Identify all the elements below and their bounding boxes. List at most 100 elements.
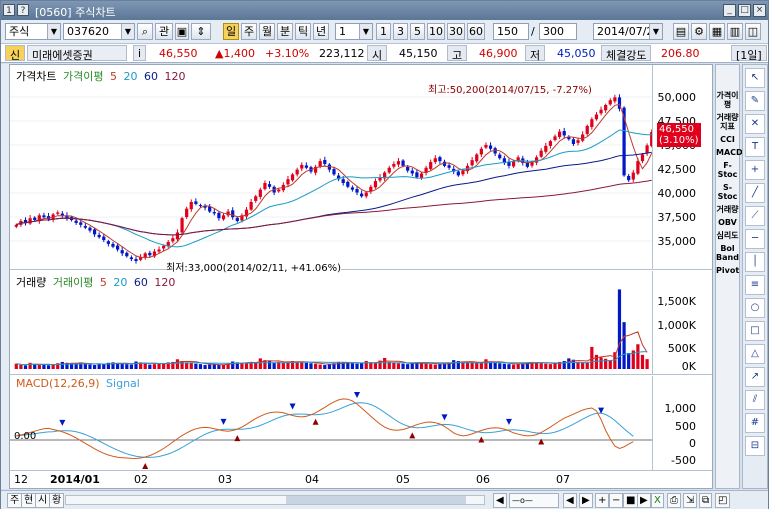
rectangle-icon[interactable]: □ xyxy=(745,321,765,341)
indicator-sstoc[interactable]: S-Stoc xyxy=(716,183,739,201)
vline-icon[interactable]: │ xyxy=(745,252,765,272)
volume-bar xyxy=(208,364,212,369)
period-month[interactable]: 월 xyxy=(259,23,275,40)
chevron-down-icon[interactable]: ▼ xyxy=(359,24,372,39)
volume-panel[interactable]: 거래량 거래이평 5 20 60 120 1,500K 1,000K 500K … xyxy=(10,271,712,375)
indicator-pivot[interactable]: Pivot xyxy=(716,266,739,275)
count-input[interactable]: 150 xyxy=(493,23,529,40)
macd-chart-svg[interactable] xyxy=(10,376,712,470)
volume-bar xyxy=(295,361,299,369)
relation-button[interactable]: 관 xyxy=(155,23,173,40)
layout-icon[interactable]: ▥ xyxy=(727,23,743,40)
bottom-tab-4[interactable]: 황 xyxy=(49,493,65,508)
volume-bar xyxy=(567,358,571,369)
zoom-slider[interactable]: —o— xyxy=(509,493,559,508)
scroll-left-icon[interactable]: ◀ xyxy=(493,493,507,508)
date-select[interactable]: 2014/07/28 ▼ xyxy=(593,23,663,40)
interval-1[interactable]: 1 xyxy=(376,23,391,40)
count-max-input[interactable]: 300 xyxy=(539,23,577,40)
x-tick: 05 xyxy=(396,473,410,486)
trash-icon[interactable]: ✕ xyxy=(745,114,765,134)
line-icon[interactable]: ╱ xyxy=(745,183,765,203)
minimize-button[interactable]: _ xyxy=(723,4,736,17)
arrow-icon[interactable]: ↗ xyxy=(745,367,765,387)
price-chart-svg[interactable] xyxy=(10,65,712,270)
prev-icon[interactable]: ◀ xyxy=(563,493,577,508)
print-icon[interactable]: ⎙ xyxy=(667,493,681,508)
market-select[interactable]: 주식 ▼ xyxy=(5,23,61,40)
indicator-cci[interactable]: CCI xyxy=(716,135,739,144)
interval-3[interactable]: 3 xyxy=(393,23,408,40)
help-icon[interactable]: ? xyxy=(17,4,29,16)
bottom-tab-2[interactable]: 현 xyxy=(21,493,37,508)
text-tool-icon[interactable]: T xyxy=(745,137,765,157)
stock-code-input[interactable]: 037620 ▼ xyxy=(63,23,135,40)
price-ma60-line xyxy=(16,151,652,236)
interval-30[interactable]: 30 xyxy=(447,23,465,40)
ruler-icon[interactable]: ⊟ xyxy=(745,436,765,456)
interval-select[interactable]: 1 ▼ xyxy=(335,23,373,40)
bottom-tab-1[interactable]: 주 xyxy=(7,493,23,508)
price-y-tick: 40,000 xyxy=(657,187,697,200)
scrollbar[interactable] xyxy=(65,495,485,505)
screen-icon[interactable]: ▣ xyxy=(175,23,189,40)
period-week[interactable]: 주 xyxy=(241,23,257,40)
indicator-volume[interactable]: 거래량지표 xyxy=(716,113,739,131)
price-panel[interactable]: 가격차트 가격이평 5 20 60 120 50,000 47,500 45,0… xyxy=(10,65,712,274)
period-year[interactable]: 년 xyxy=(313,23,329,40)
cross-icon[interactable]: + xyxy=(745,160,765,180)
window-menu-icon[interactable]: 1 xyxy=(3,4,15,16)
play-icon[interactable]: ▶ xyxy=(637,493,651,508)
circle-icon[interactable]: ○ xyxy=(745,298,765,318)
scrollbar-thumb[interactable] xyxy=(286,496,466,504)
chart-area[interactable]: 가격차트 가격이평 5 20 60 120 50,000 47,500 45,0… xyxy=(9,64,713,489)
interval-60[interactable]: 60 xyxy=(467,23,485,40)
excel-icon[interactable]: X xyxy=(651,493,664,508)
price-candle xyxy=(286,179,290,185)
chevron-down-icon[interactable]: ▼ xyxy=(47,24,60,39)
zoom-in-icon[interactable]: + xyxy=(595,493,610,508)
indicator-fstoc[interactable]: F-Stoc xyxy=(716,161,739,179)
indicator-bollinger[interactable]: Bol Band xyxy=(716,244,739,262)
volume-bar xyxy=(350,363,355,369)
stepper-button[interactable]: ⇕ xyxy=(191,23,211,40)
bottom-tab-3[interactable]: 시 xyxy=(35,493,51,508)
chevron-down-icon[interactable]: ▼ xyxy=(649,24,662,39)
eraser-icon[interactable]: ✎ xyxy=(745,91,765,111)
indicator-trade[interactable]: 거래량 xyxy=(716,205,739,214)
settings-icon[interactable]: ⚙ xyxy=(691,23,707,40)
indicator-obv[interactable]: OBV xyxy=(716,218,739,227)
next-icon[interactable]: ▶ xyxy=(579,493,593,508)
hline-icon[interactable]: ─ xyxy=(745,229,765,249)
macd-panel[interactable]: MACD(12,26,9) Signal 0.00 1,000 500 0 -5… xyxy=(10,376,712,470)
export-icon[interactable]: ⇲ xyxy=(683,493,698,508)
grid-icon[interactable]: ▦ xyxy=(709,23,725,40)
indicator-macd[interactable]: MACD xyxy=(716,148,743,157)
restore-icon[interactable]: ◰ xyxy=(715,493,731,508)
volume-bar xyxy=(364,361,368,369)
indicator-ma[interactable]: 가격이평 xyxy=(716,91,739,109)
indicator-psy[interactable]: 심리도 xyxy=(716,231,739,240)
chevron-down-icon[interactable]: ▼ xyxy=(121,24,134,39)
maximize-button[interactable]: □ xyxy=(738,4,751,17)
macd-y-axis: 1,000 500 0 -500 xyxy=(652,376,712,470)
price-candle xyxy=(162,245,166,249)
triangle-icon[interactable]: △ xyxy=(745,344,765,364)
period-day[interactable]: 일 xyxy=(223,23,239,40)
zoom-out-icon[interactable]: − xyxy=(609,493,624,508)
period-minute[interactable]: 분 xyxy=(277,23,293,40)
save-icon[interactable]: ▤ xyxy=(673,23,689,40)
cursor-icon[interactable]: ↖ xyxy=(745,68,765,88)
search-button[interactable]: ⌕ xyxy=(137,23,153,40)
period-tick[interactable]: 틱 xyxy=(295,23,311,40)
grid-tool-icon[interactable]: # xyxy=(745,413,765,433)
copy-icon[interactable]: ⧉ xyxy=(699,493,713,508)
interval-10[interactable]: 10 xyxy=(427,23,445,40)
trendline-icon[interactable]: ⟋ xyxy=(745,206,765,226)
info-button[interactable]: i xyxy=(133,45,147,61)
screen-split-icon[interactable]: ◫ xyxy=(745,23,761,40)
interval-5[interactable]: 5 xyxy=(410,23,425,40)
fibonacci-icon[interactable]: ≡ xyxy=(745,275,765,295)
close-button[interactable]: × xyxy=(753,4,766,17)
channel-icon[interactable]: ⫽ xyxy=(745,390,765,410)
